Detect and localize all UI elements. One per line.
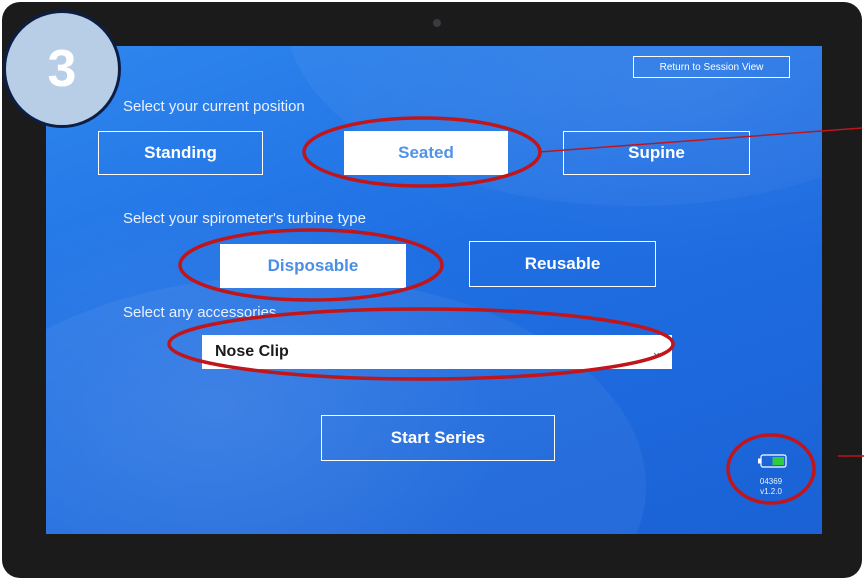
start-series-button[interactable]: Start Series bbox=[321, 415, 555, 461]
turbine-disposable-button[interactable]: Disposable bbox=[220, 244, 406, 288]
position-standing-button[interactable]: Standing bbox=[98, 131, 263, 175]
turbine-prompt: Select your spirometer's turbine type bbox=[123, 210, 366, 227]
step-number-badge: 3 bbox=[3, 10, 121, 128]
accessories-prompt: Select any accessories bbox=[123, 304, 277, 321]
device-info: 04369 v1.2.0 bbox=[746, 477, 796, 497]
step-number: 3 bbox=[47, 40, 77, 98]
tablet-frame: Return to Session View Select your curre… bbox=[2, 2, 862, 578]
accessories-select[interactable]: Nose Clip ⌄ bbox=[202, 335, 672, 369]
accessories-selected-value: Nose Clip bbox=[215, 343, 289, 360]
position-supine-button[interactable]: Supine bbox=[563, 131, 750, 175]
device-id: 04369 bbox=[759, 477, 783, 486]
return-to-session-button[interactable]: Return to Session View bbox=[633, 56, 790, 78]
chevron-down-icon: ⌄ bbox=[651, 344, 662, 359]
camera-dot bbox=[433, 19, 441, 27]
position-prompt: Select your current position bbox=[123, 98, 305, 115]
position-seated-button[interactable]: Seated bbox=[344, 131, 508, 175]
battery-icon bbox=[758, 454, 787, 468]
turbine-reusable-button[interactable]: Reusable bbox=[469, 241, 656, 287]
app-screen: Return to Session View Select your curre… bbox=[46, 46, 822, 534]
app-version: v1.2.0 bbox=[760, 487, 782, 496]
